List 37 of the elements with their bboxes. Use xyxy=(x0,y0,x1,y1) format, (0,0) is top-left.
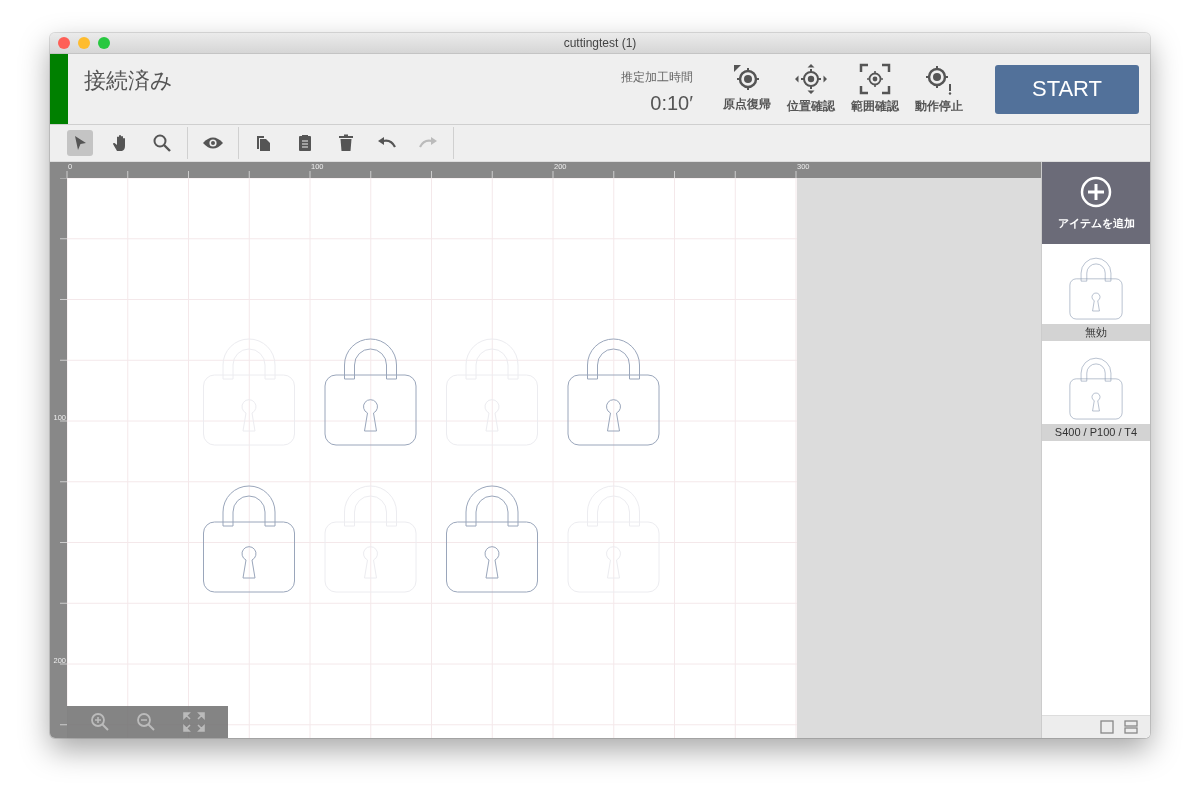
tool-button[interactable] xyxy=(67,130,93,156)
item-label: S400 / P100 / T4 xyxy=(1042,424,1150,441)
padlock-shape[interactable] xyxy=(446,485,538,593)
copy-icon xyxy=(256,134,272,152)
machine-action-button[interactable]: 範囲確認 xyxy=(847,63,903,115)
machine-action-button[interactable]: 動作停止 xyxy=(911,63,967,115)
window-title: cuttingtest (1) xyxy=(563,36,637,50)
single-view-icon[interactable] xyxy=(1100,720,1114,734)
zoom-in-icon[interactable] xyxy=(90,712,111,732)
item-label: 無効 xyxy=(1042,324,1150,341)
connection-status: 接続済み xyxy=(84,67,173,95)
machine-action-button[interactable]: 位置確認 xyxy=(783,63,839,115)
padlock-shape[interactable] xyxy=(203,485,295,593)
zoom-out-icon[interactable] xyxy=(136,712,157,732)
frame-target-icon xyxy=(859,63,891,95)
target-icon xyxy=(732,63,762,93)
crosshair-arrows-icon xyxy=(794,63,828,95)
fit-screen-icon[interactable] xyxy=(182,712,205,732)
padlock-shape[interactable] xyxy=(324,338,417,446)
redo-arrow-icon xyxy=(418,136,438,150)
time-label: 推定加工時間 xyxy=(621,69,693,86)
close-button[interactable] xyxy=(58,37,70,49)
padlock-shape[interactable] xyxy=(567,338,660,446)
search-icon xyxy=(152,133,172,153)
clipboard-icon xyxy=(298,134,312,152)
target-warning-icon xyxy=(924,63,954,95)
start-button[interactable]: START xyxy=(995,64,1139,114)
machine-action-button[interactable]: 原点復帰 xyxy=(719,63,775,115)
maximize-button[interactable] xyxy=(98,37,110,49)
split-view-icon[interactable] xyxy=(1124,720,1138,734)
add-item-button[interactable]: アイテムを追加 xyxy=(1042,162,1150,244)
trash-icon xyxy=(339,134,353,152)
plus-circle-icon xyxy=(1080,175,1112,208)
eye-icon xyxy=(202,136,224,150)
undo-arrow-icon xyxy=(377,136,397,150)
minimize-button[interactable] xyxy=(78,37,90,49)
time-value: 0:10′ xyxy=(650,92,693,115)
